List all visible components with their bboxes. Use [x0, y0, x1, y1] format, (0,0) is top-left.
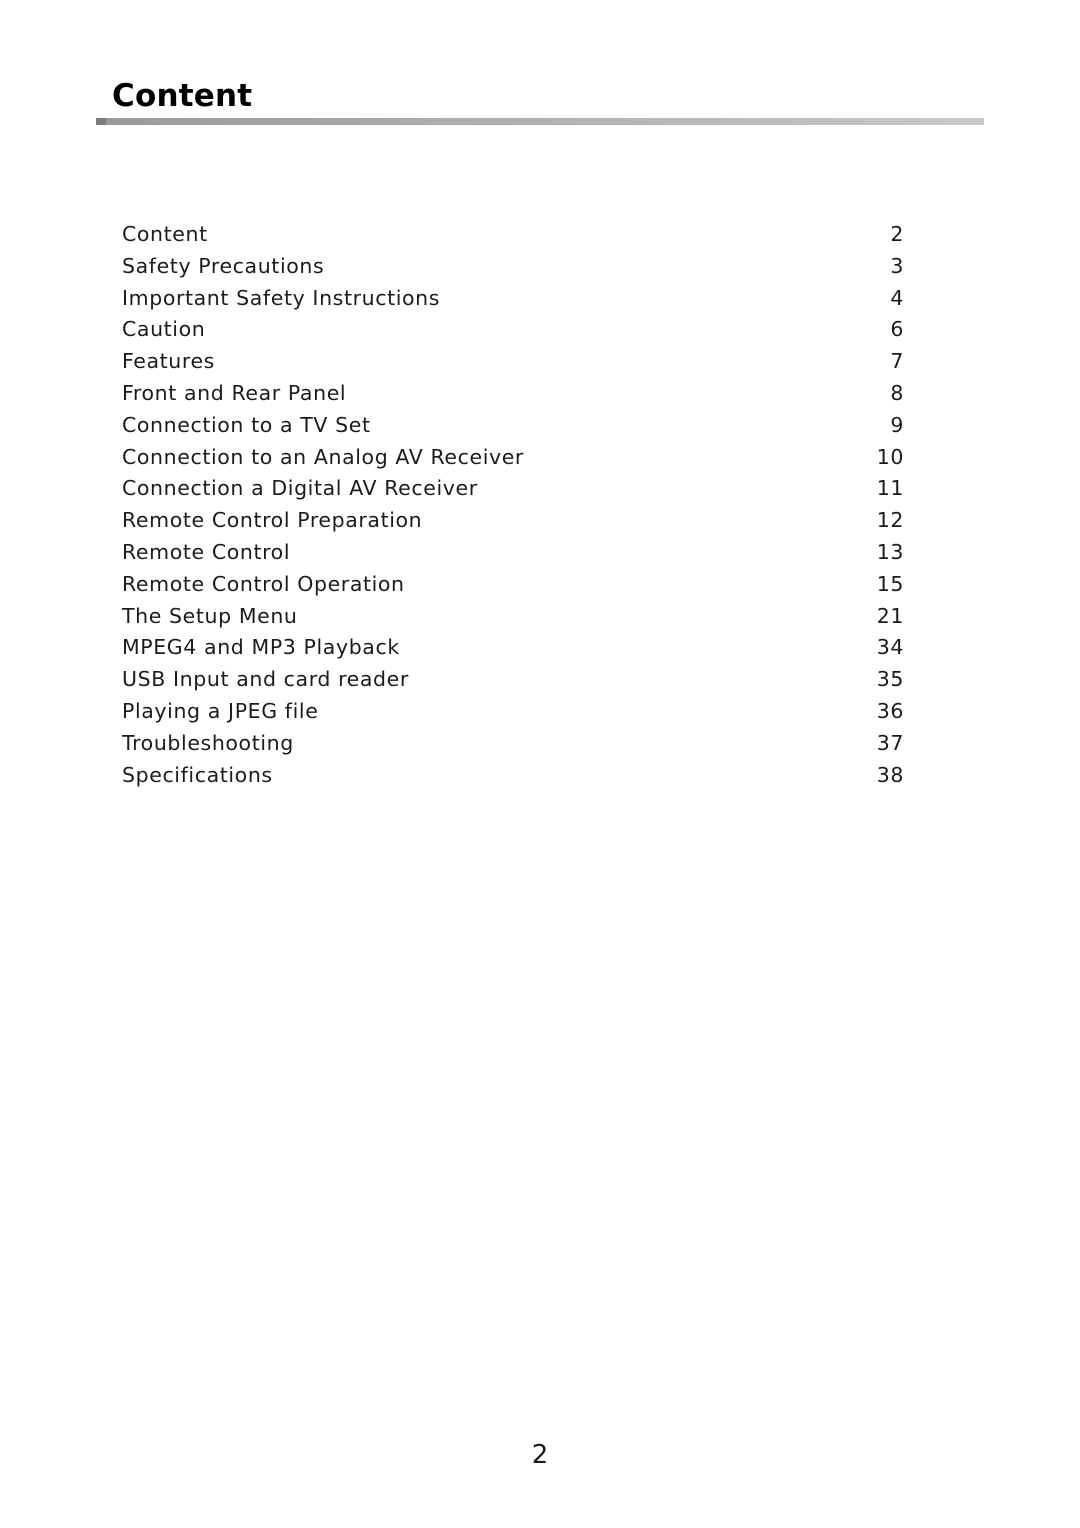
- toc-entry-label: Caution: [122, 317, 206, 342]
- toc-entry-label: Troubleshooting: [122, 730, 294, 755]
- toc-entry-label: The Setup Menu: [122, 603, 298, 628]
- toc-entry-label: Remote Control: [122, 539, 291, 564]
- toc-entry-page: 35: [876, 667, 904, 692]
- toc-entry-label: Safety Precautions: [122, 253, 325, 278]
- toc-entry-page: 8: [890, 380, 904, 405]
- toc-entry-page: 12: [876, 508, 904, 533]
- toc-entry-label: Front and Rear Panel: [122, 380, 347, 405]
- toc-entry-page: 13: [876, 539, 904, 564]
- toc-entry[interactable]: MPEG4 and MP3 Playback 34: [122, 635, 904, 667]
- toc-entry-page: 34: [876, 635, 904, 660]
- toc-entry-page: 7: [890, 349, 904, 374]
- page-heading: Content: [96, 78, 984, 126]
- toc-entry-page: 15: [876, 571, 904, 596]
- toc-entry-label: Important Safety Instructions: [122, 285, 441, 310]
- heading-divider: [96, 118, 984, 125]
- document-page: Content Content 2 Safety Precautions 3 Impor…: [0, 0, 1080, 1528]
- toc-entry-label: Features: [122, 349, 215, 374]
- toc-entry-page: 4: [890, 285, 904, 310]
- toc-entry-label: Connection to an Analog AV Receiver: [122, 444, 524, 469]
- toc-entry[interactable]: USB Input and card reader 35: [122, 667, 904, 699]
- toc-entry[interactable]: Front and Rear Panel 8: [122, 381, 904, 413]
- toc-entry-label: USB Input and card reader: [122, 667, 409, 692]
- toc-entry-page: 10: [876, 444, 904, 469]
- toc-entry-page: 11: [876, 476, 904, 501]
- toc-entry[interactable]: Features 7: [122, 349, 904, 381]
- toc-entry-page: 6: [890, 317, 904, 342]
- toc-entry[interactable]: The Setup Menu 21: [122, 604, 904, 636]
- toc-entry[interactable]: Safety Precautions 3: [122, 254, 904, 286]
- toc-entry[interactable]: Remote Control Operation 15: [122, 572, 904, 604]
- heading-divider-cap: [96, 118, 106, 125]
- toc-entry[interactable]: Connection a Digital AV Receiver 11: [122, 476, 904, 508]
- toc-entry[interactable]: Remote Control 13: [122, 540, 904, 572]
- toc-entry-label: Connection to a TV Set: [122, 412, 371, 437]
- toc-entry[interactable]: Specifications 38: [122, 763, 904, 795]
- toc-entry[interactable]: Content 2: [122, 222, 904, 254]
- toc-entry-page: 37: [876, 730, 904, 755]
- toc-entry-page: 38: [876, 762, 904, 787]
- toc-entry[interactable]: Important Safety Instructions 4: [122, 286, 904, 318]
- table-of-contents: Content 2 Safety Precautions 3 Important Saf…: [122, 222, 904, 794]
- toc-entry-label: Content: [122, 222, 208, 246]
- toc-entry-label: MPEG4 and MP3 Playback: [122, 635, 400, 660]
- toc-entry[interactable]: Remote Control Preparation 12: [122, 508, 904, 540]
- toc-entry-label: Connection a Digital AV Receiver: [122, 476, 478, 501]
- toc-entry-label: Remote Control Operation: [122, 571, 405, 596]
- toc-entry-page: 2: [890, 222, 904, 246]
- page-title: Content: [112, 78, 253, 114]
- toc-entry-page: 3: [890, 253, 904, 278]
- toc-entry-label: Specifications: [122, 762, 273, 787]
- toc-entry-page: 9: [890, 412, 904, 437]
- toc-entry[interactable]: Connection to an Analog AV Receiver 10: [122, 445, 904, 477]
- toc-entry[interactable]: Caution 6: [122, 317, 904, 349]
- toc-entry-label: Playing a JPEG file: [122, 698, 319, 723]
- toc-entry-page: 21: [876, 603, 904, 628]
- toc-entry[interactable]: Connection to a TV Set 9: [122, 413, 904, 445]
- toc-entry[interactable]: Troubleshooting 37: [122, 731, 904, 763]
- toc-entry-page: 36: [876, 698, 904, 723]
- footer-page-number: 2: [531, 1440, 549, 1470]
- toc-entry[interactable]: Playing a JPEG file 36: [122, 699, 904, 731]
- toc-entry-label: Remote Control Preparation: [122, 508, 423, 533]
